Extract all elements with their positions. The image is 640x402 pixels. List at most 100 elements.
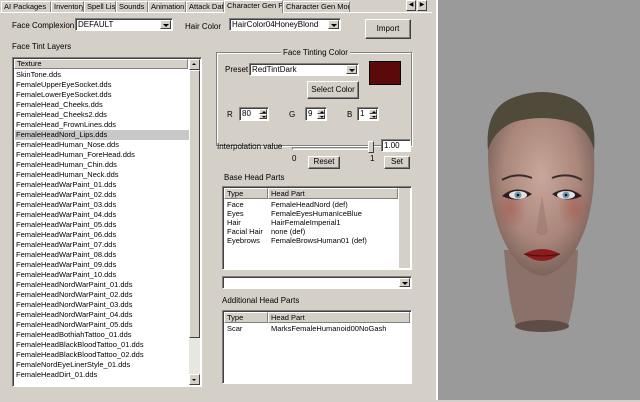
list-item[interactable]: FemaleHeadWarPaint_08.dds	[15, 250, 189, 260]
head-part-cell: FemaleHeadNord (def)	[271, 200, 348, 209]
reset-button[interactable]: Reset	[308, 156, 340, 169]
r-decrement-button[interactable]	[259, 114, 267, 119]
tab-character-gen-morph[interactable]: Character Gen Morph	[283, 1, 350, 12]
table-row[interactable]: Hair HairFemaleImperial1	[224, 218, 399, 227]
list-item[interactable]: FemaleHeadNordWarPaint_01.dds	[15, 280, 189, 290]
chevron-down-icon[interactable]	[346, 65, 357, 74]
tab-animation[interactable]: Animation	[148, 1, 186, 12]
tint-layers-scrollbar[interactable]	[189, 59, 200, 385]
list-item[interactable]: SkinTone.dds	[15, 70, 189, 80]
slider-thumb[interactable]	[368, 141, 374, 153]
import-button[interactable]: Import	[365, 19, 411, 39]
tab-scroll-left-button[interactable]: ◀	[406, 0, 416, 11]
list-item[interactable]: FemaleHeadDirt_01.dds	[15, 370, 189, 380]
base-head-parts-scrollbar[interactable]	[399, 188, 410, 268]
g-decrement-button[interactable]	[317, 114, 325, 119]
type-cell: Facial Hair	[227, 227, 263, 236]
scroll-up-button[interactable]	[189, 59, 200, 70]
chevron-down-icon[interactable]	[160, 20, 171, 29]
table-row[interactable]: Facial Hair none (def)	[224, 227, 399, 236]
list-item[interactable]: FemaleHeadNordWarPaint_02.dds	[15, 290, 189, 300]
list-item[interactable]: FemaleHeadWarPaint_01.dds	[15, 180, 189, 190]
r-value-stepper[interactable]: 80	[239, 107, 269, 121]
list-item[interactable]: FemaleHeadBothiahTattoo_01.dds	[15, 330, 189, 340]
tint-color-swatch[interactable]	[369, 61, 401, 85]
list-item[interactable]: FemaleHeadWarPaint_04.dds	[15, 210, 189, 220]
r-label: R	[227, 110, 233, 119]
list-item[interactable]: FemaleHeadWarPaint_03.dds	[15, 200, 189, 210]
tab-spell-list[interactable]: Spell List	[84, 1, 116, 12]
list-item[interactable]: FemaleHead_FrownLines.dds	[15, 120, 189, 130]
tab-attack-data[interactable]: Attack Data	[186, 1, 224, 12]
list-item[interactable]: FemaleHeadWarPaint_09.dds	[15, 260, 189, 270]
list-item[interactable]: FemaleHeadNord_Lips.dds	[15, 130, 189, 140]
table-row[interactable]: Scar MarksFemaleHumanoid00NoGash	[224, 324, 399, 333]
b-value-stepper[interactable]: 1	[357, 107, 379, 121]
r-value: 80	[242, 109, 251, 118]
interpolation-label: Interpolation value	[217, 142, 283, 151]
scroll-thumb[interactable]	[189, 70, 200, 338]
preset-label: Preset	[225, 65, 249, 74]
table-row[interactable]: Face FemaleHeadNord (def)	[224, 200, 399, 209]
list-item[interactable]: FemaleHeadHuman_Chin.dds	[15, 160, 189, 170]
b-decrement-button[interactable]	[369, 114, 377, 119]
hair-color-label: Hair Color	[185, 22, 222, 31]
list-item[interactable]: FemaleNordEyeLinerStyle_01.dds	[15, 360, 189, 370]
female-head-render	[487, 92, 595, 332]
list-item[interactable]: FemaleHeadWarPaint_10.dds	[15, 270, 189, 280]
head-preview-viewport[interactable]	[436, 0, 640, 400]
list-item[interactable]: FemaleHeadWarPaint_02.dds	[15, 190, 189, 200]
chevron-down-icon[interactable]	[328, 20, 339, 29]
list-item[interactable]: FemaleHeadNordWarPaint_05.dds	[15, 320, 189, 330]
list-item[interactable]: FemaleUpperEyeSocket.dds	[15, 80, 189, 90]
g-value-stepper[interactable]: 9	[305, 107, 327, 121]
preset-select[interactable]: RedTintDark	[249, 63, 359, 76]
list-item[interactable]: FemaleHeadBlackBloodTattoo_02.dds	[15, 350, 189, 360]
set-button[interactable]: Set	[384, 156, 410, 169]
head-part-cell: FemaleEyesHumanIceBlue	[271, 209, 362, 218]
tab-inventory[interactable]: Inventory	[51, 1, 84, 12]
list-item[interactable]: FemaleHeadNordWarPaint_04.dds	[15, 310, 189, 320]
list-item[interactable]: FemaleHeadWarPaint_06.dds	[15, 230, 189, 240]
list-item[interactable]: FemaleHeadHuman_Neck.dds	[15, 170, 189, 180]
list-item[interactable]: FemaleHeadHuman_ForeHead.dds	[15, 150, 189, 160]
list-item[interactable]: FemaleHead_Cheeks.dds	[15, 100, 189, 110]
list-item[interactable]: FemaleHeadWarPaint_07.dds	[15, 240, 189, 250]
face-tint-layers-title: Face Tint Layers	[12, 42, 72, 51]
head-part-cell: MarksFemaleHumanoid00NoGash	[271, 324, 387, 333]
tab-sounds[interactable]: Sounds	[116, 1, 148, 12]
list-item[interactable]: FemaleHeadHuman_Nose.dds	[15, 140, 189, 150]
type-column-header[interactable]: Type	[224, 188, 268, 199]
table-row[interactable]: Eyebrows FemaleBrowsHuman01 (def)	[224, 236, 399, 245]
base-head-parts-title: Base Head Parts	[224, 173, 285, 182]
texture-column-header[interactable]: Texture	[14, 59, 188, 69]
head-part-select[interactable]	[222, 276, 412, 289]
b-label: B	[347, 110, 353, 119]
tab-character-gen-parts[interactable]: Character Gen Parts	[224, 0, 283, 13]
interpolation-value-field[interactable]: 1.00	[381, 139, 411, 152]
base-head-parts-table: Type Head Part Face FemaleHeadNord (def) E…	[222, 186, 412, 270]
type-cell: Scar	[227, 324, 243, 333]
hair-color-select[interactable]: HairColor04HoneyBlond	[229, 18, 341, 31]
tab-scroll-right-button[interactable]: ▶	[417, 0, 427, 11]
table-row[interactable]: Eyes FemaleEyesHumanIceBlue	[224, 209, 399, 218]
g-value: 9	[308, 109, 313, 118]
select-color-button[interactable]: Select Color	[307, 81, 359, 99]
list-item[interactable]: FemaleLowerEyeSocket.dds	[15, 90, 189, 100]
list-item[interactable]: FemaleHeadWarPaint_05.dds	[15, 220, 189, 230]
list-item[interactable]: FemaleHead_Cheeks2.dds	[15, 110, 189, 120]
type-cell: Eyebrows	[227, 236, 260, 245]
list-item[interactable]: FemaleHeadNordWarPaint_03.dds	[15, 300, 189, 310]
scroll-down-button[interactable]	[189, 374, 200, 385]
b-value: 1	[360, 109, 365, 118]
type-column-header[interactable]: Type	[224, 312, 268, 323]
preset-value: RedTintDark	[252, 65, 297, 74]
chevron-down-icon[interactable]	[399, 278, 410, 287]
face-complexion-select[interactable]: DEFAULT	[75, 18, 173, 31]
list-item[interactable]: FemaleHeadBlackBloodTattoo_01.dds	[15, 340, 189, 350]
head-part-column-header[interactable]: Head Part	[268, 188, 398, 199]
head-part-cell: FemaleBrowsHuman01 (def)	[271, 236, 367, 245]
tab-ai-packages[interactable]: AI Packages	[1, 1, 51, 12]
type-cell: Face	[227, 200, 244, 209]
head-part-column-header[interactable]: Head Part	[268, 312, 410, 323]
